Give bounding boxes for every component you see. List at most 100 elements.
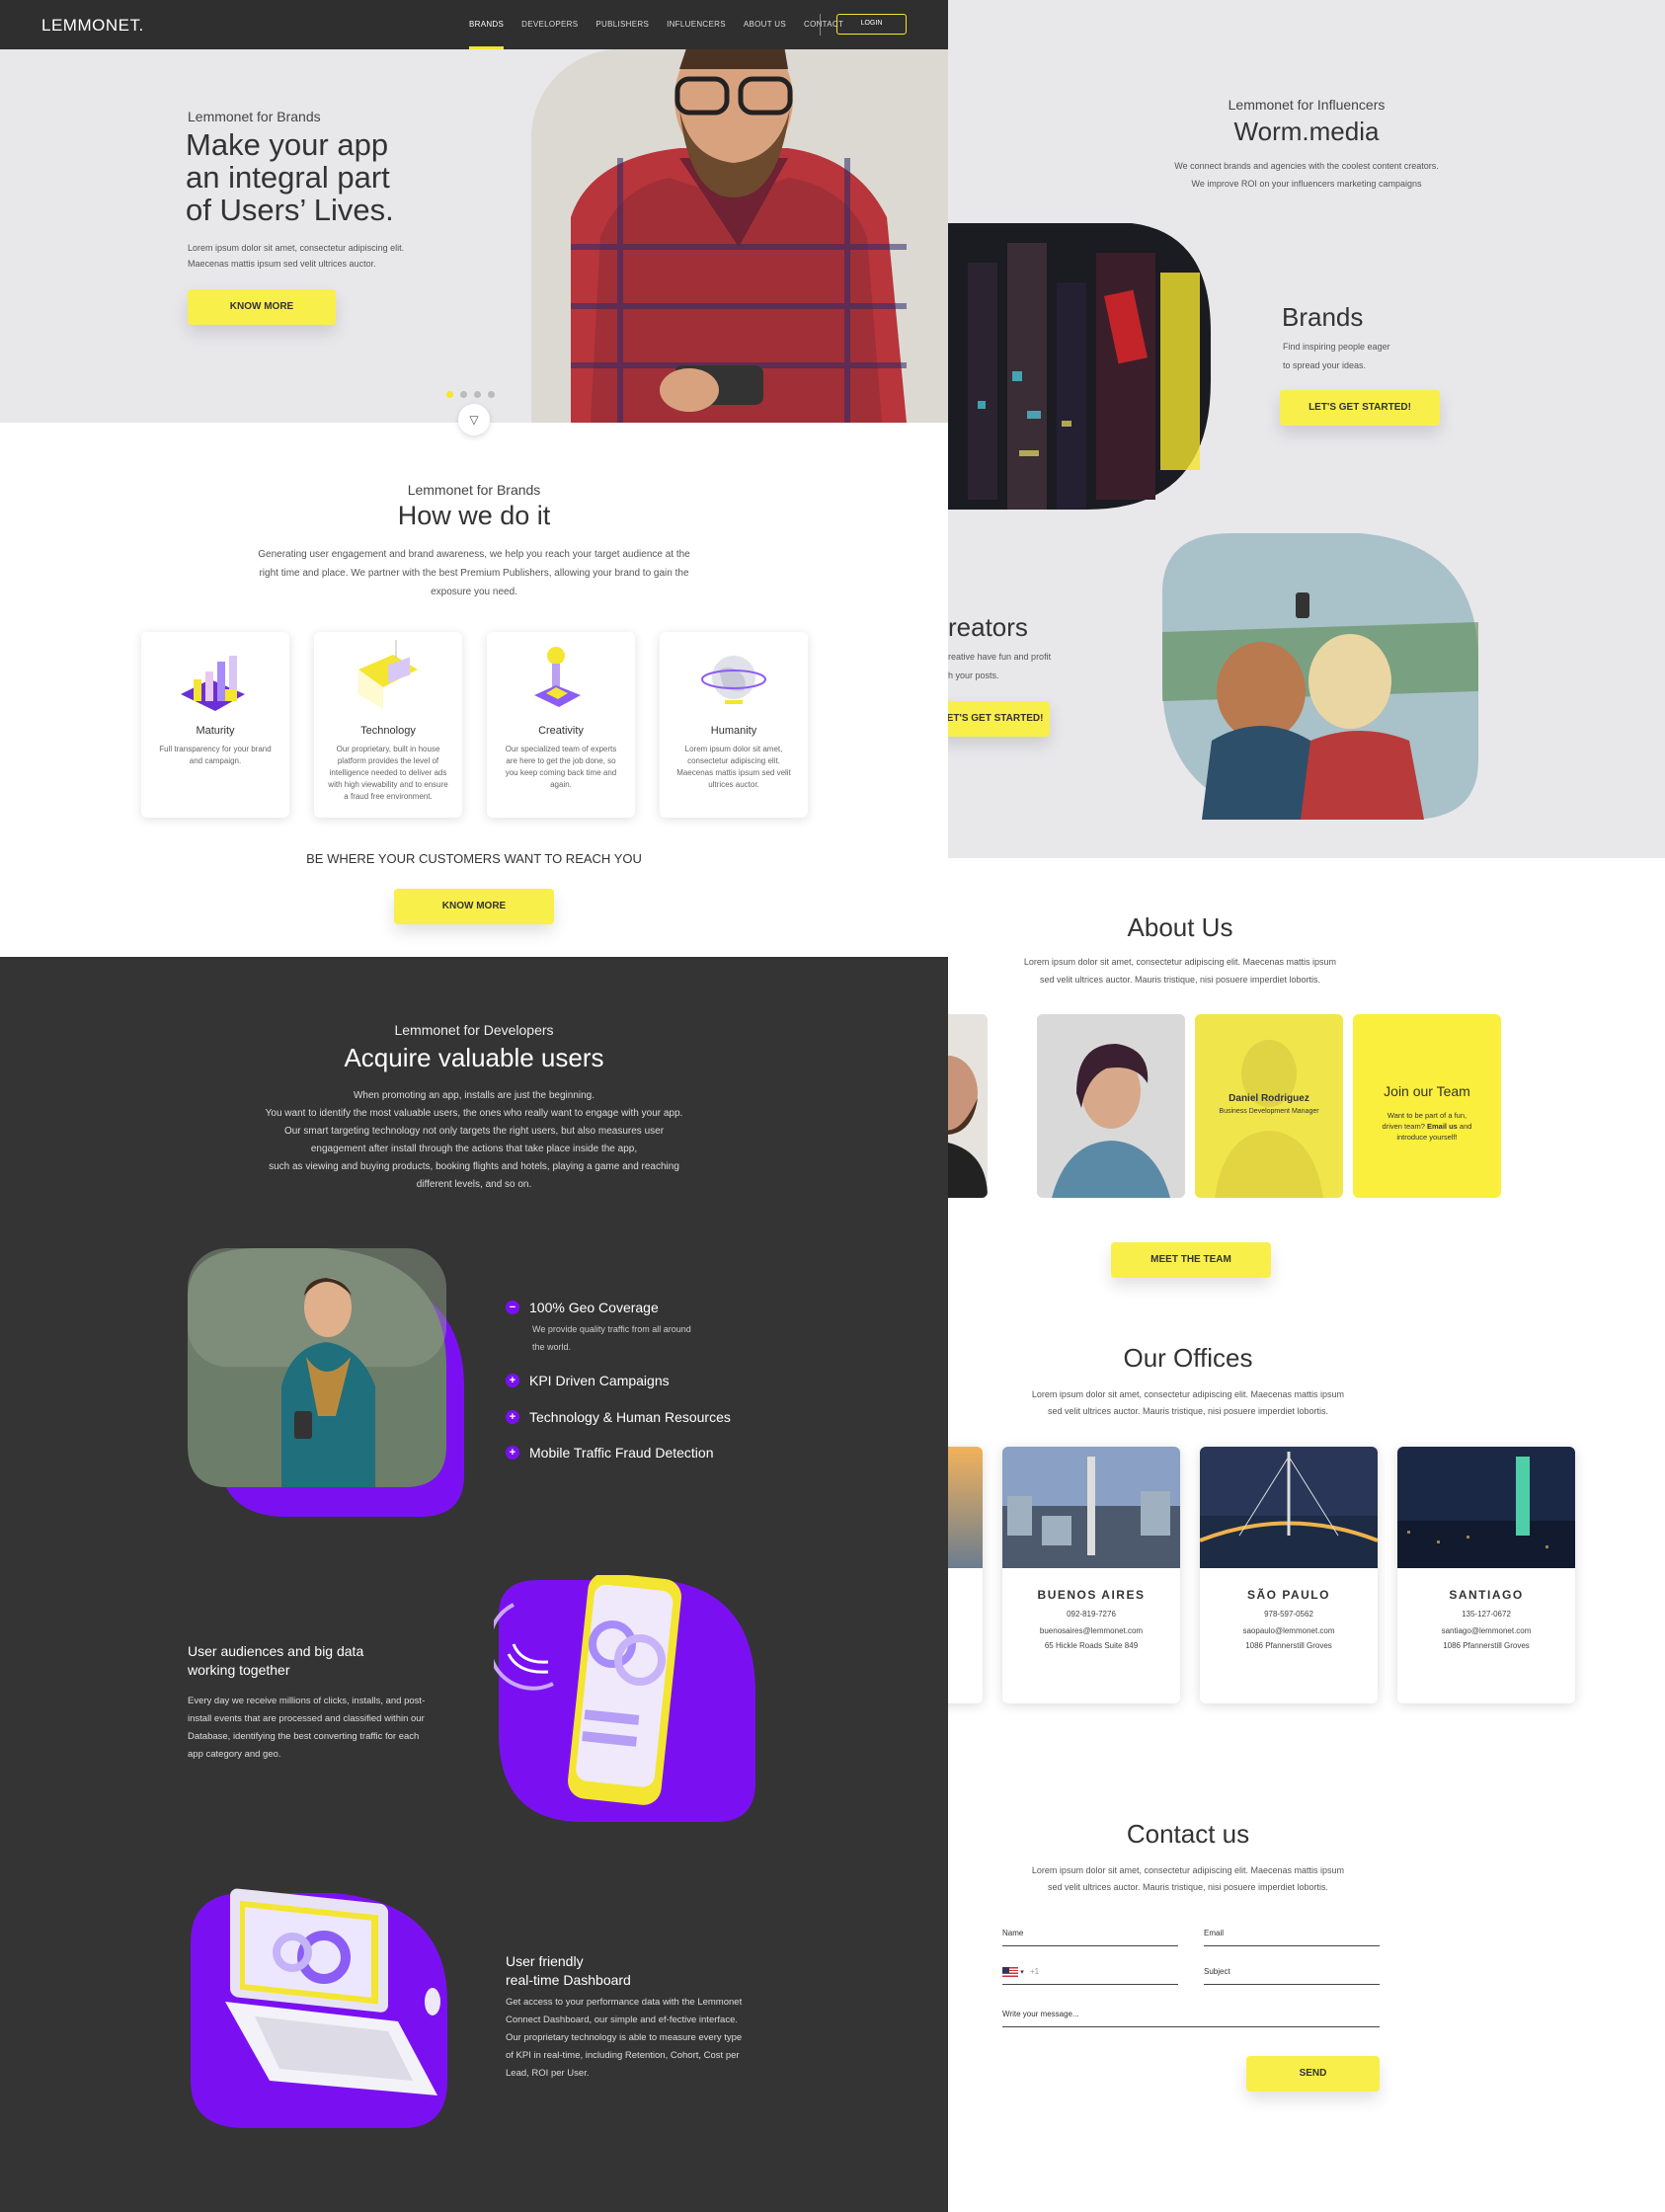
dev-line: different levels, and so on. (416, 1179, 532, 1190)
carousel-dot-4[interactable] (488, 391, 495, 398)
offices-desc-2: sed velit ultrices auctor. Mauris tristi… (1047, 1406, 1329, 1416)
about-desc-1: Lorem ipsum dolor sit amet, consectetur … (1023, 957, 1337, 967)
phone-field[interactable]: ▾ +1 (1002, 1967, 1178, 1985)
feature-detail: We provide quality traffic from all arou… (532, 1320, 691, 1356)
feature-card-technology: Technology Our proprietary, built in hou… (314, 632, 462, 818)
feature-kpi-campaigns[interactable]: + KPI Driven Campaigns (506, 1373, 670, 1388)
feature-detail-line: We provide quality traffic from all arou… (532, 1324, 691, 1334)
laptop-illustration (358, 640, 418, 709)
bigdata-title: User audiences and big data working toge… (188, 1642, 363, 1680)
how-tagline: BE WHERE YOUR CUSTOMERS WANT TO REACH YO… (306, 851, 642, 866)
contact-desc-1: Lorem ipsum dolor sit amet, consectetur … (1031, 1865, 1345, 1875)
office-address: 1086 Pfannerstill Groves (1245, 1641, 1332, 1650)
message-field[interactable]: Write your message... (1002, 2010, 1380, 2027)
join-team-card[interactable]: Join our Team Want to be part of a fun, … (1353, 1014, 1501, 1198)
plus-icon: + (506, 1374, 519, 1387)
creators-get-started-button[interactable]: LET'S GET STARTED! (948, 701, 1050, 737)
send-button[interactable]: SEND (1246, 2056, 1380, 2092)
minus-icon: − (506, 1301, 519, 1314)
dashboard-line: Connect Dashboard, our simple and ef-fec… (506, 2014, 738, 2025)
how-title: How we do it (397, 501, 551, 530)
feature-card-maturity: Maturity Full transparency for your bran… (141, 632, 289, 818)
nav-about-us[interactable]: ABOUT US (744, 0, 786, 49)
plus-icon: + (506, 1446, 519, 1460)
join-team-title: Join our Team (1384, 1083, 1470, 1099)
office-email[interactable]: santiago@lemmonet.com (1397, 1626, 1575, 1635)
card-title: Humanity (710, 725, 757, 737)
office-phone: 978-597-0562 (1264, 1610, 1313, 1619)
lightbulb-illustration (534, 647, 581, 707)
influencers-eyebrow: Lemmonet for Influencers (1228, 97, 1386, 113)
feature-label: 100% Geo Coverage (529, 1300, 659, 1315)
logo[interactable]: LEMMONET. (41, 16, 144, 36)
hero-title-1: Make your app (186, 127, 389, 162)
join-line: and (1457, 1122, 1472, 1131)
bigdata-text: Every day we receive millions of clicks,… (188, 1693, 425, 1764)
chevron-down-icon[interactable]: ▾ (1020, 1969, 1024, 1976)
team-member-photo[interactable] (1037, 1014, 1185, 1198)
feature-geo-coverage[interactable]: −100% Geo Coverage (506, 1300, 659, 1315)
city-night-photo (948, 223, 1211, 510)
carousel-dots (446, 385, 502, 403)
office-card-santiago[interactable]: SANTIAGO 135-127-0672 santiago@lemmonet.… (1397, 1447, 1575, 1703)
how-eyebrow: Lemmonet for Brands (407, 482, 541, 498)
meet-the-team-button[interactable]: MEET THE TEAM (1111, 1242, 1271, 1278)
name-field[interactable]: Name (1002, 1929, 1178, 1946)
dashboard-line: Lead, ROI per User. (506, 2068, 590, 2079)
bigdata-line: Database, identifying the best convertin… (188, 1731, 420, 1742)
offices-title: Our Offices (1123, 1343, 1253, 1373)
how-desc-2: right time and place. We partner with th… (259, 568, 689, 579)
carousel-dot-3[interactable] (474, 391, 481, 398)
hero-know-more-button[interactable]: KNOW MORE (188, 289, 336, 325)
brands-get-started-button[interactable]: LET'S GET STARTED! (1280, 390, 1440, 426)
office-card-buenos-aires[interactable]: BUENOS AIRES 092-819-7276 buenosaires@le… (1002, 1447, 1180, 1703)
dev-line: such as viewing and buying products, boo… (269, 1161, 679, 1172)
dev-line: When promoting an app, installs are just… (353, 1090, 595, 1101)
office-photo (1397, 1447, 1575, 1568)
top-navbar: LEMMONET. BRANDS DEVELOPERS PUBLISHERS I… (0, 0, 948, 49)
card-text: Lorem ipsum dolor sit amet, consectetur … (676, 745, 791, 789)
influencers-section: Lemmonet for Influencers Worm.media We c… (948, 0, 1665, 858)
login-button[interactable]: LOGIN (836, 14, 907, 35)
email-us-link[interactable]: Email us (1427, 1122, 1458, 1131)
office-email[interactable]: saopaulo@lemmonet.com (1200, 1626, 1378, 1635)
hero-desc-1: Lorem ipsum dolor sit amet, consectetur … (188, 243, 405, 253)
brands-desc-2: to spread your ideas. (1283, 360, 1367, 370)
how-desc-3: exposure you need. (431, 587, 517, 597)
offices-desc-1: Lorem ipsum dolor sit amet, consectetur … (1031, 1389, 1345, 1399)
friends-photo (1162, 533, 1478, 820)
carousel-dot-2[interactable] (460, 391, 467, 398)
feature-card-creativity: Creativity Our specialized team of exper… (487, 632, 635, 818)
chevron-down-icon: ▽ (469, 413, 479, 427)
card-title: Creativity (538, 725, 584, 737)
carousel-dot-1[interactable] (446, 391, 453, 398)
feature-fraud-detection[interactable]: + Mobile Traffic Fraud Detection (506, 1445, 714, 1461)
phone-illustration (494, 1575, 755, 1822)
team-member-role: Business Development Manager (1219, 1108, 1319, 1115)
team-member-name: Daniel Rodriguez (1229, 1093, 1309, 1104)
nav-influencers[interactable]: INFLUENCERS (667, 0, 726, 49)
nav-developers[interactable]: DEVELOPERS (521, 0, 578, 49)
hero-photo (531, 49, 948, 423)
bigdata-line: Every day we receive millions of clicks,… (188, 1696, 426, 1706)
brands-title: Brands (1282, 302, 1364, 332)
how-know-more-button[interactable]: KNOW MORE (394, 889, 554, 924)
join-line: introduce yourself! (1396, 1133, 1458, 1142)
dev-eyebrow: Lemmonet for Developers (394, 1022, 554, 1038)
card-text: Our proprietary, built in house platform… (328, 745, 448, 801)
office-email[interactable]: buenosaires@lemmonet.com (1002, 1626, 1180, 1635)
nav-brands[interactable]: BRANDS (469, 0, 505, 49)
hero-desc-2: Maecenas mattis ipsum sed velit ultrices… (188, 259, 376, 269)
us-flag-icon[interactable] (1002, 1967, 1018, 1977)
feature-technology-human[interactable]: + Technology & Human Resources (506, 1409, 731, 1425)
dashboard-line: Get access to your performance data with… (506, 1997, 743, 2008)
developers-section: Lemmonet for Developers Acquire valuable… (0, 957, 948, 2212)
dashboard-line: Our proprietary technology is able to me… (506, 2032, 743, 2043)
nav-publishers[interactable]: PUBLISHERS (595, 0, 649, 49)
team-member-card[interactable]: Daniel Rodriguez Business Development Ma… (1195, 1014, 1343, 1198)
office-card-sao-paulo[interactable]: SÃO PAULO 978-597-0562 saopaulo@lemmonet… (1200, 1447, 1378, 1703)
team-member-photo[interactable] (948, 1014, 988, 1198)
scroll-down-button[interactable]: ▽ (458, 404, 490, 435)
subject-field[interactable]: Subject (1204, 1967, 1380, 1985)
email-field[interactable]: Email (1204, 1929, 1380, 1946)
